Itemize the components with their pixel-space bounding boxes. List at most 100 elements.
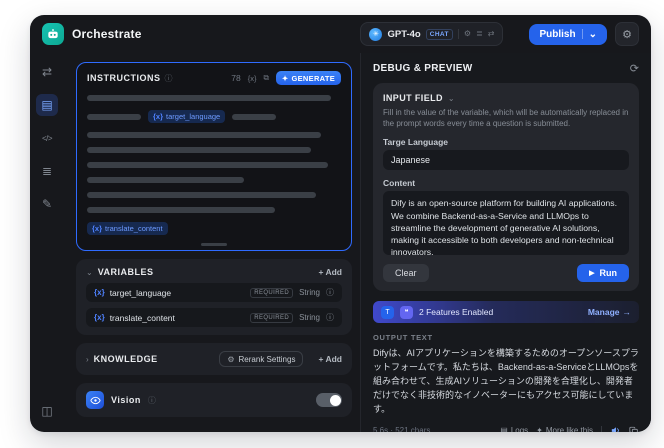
run-button[interactable]: ▶ Run (577, 264, 629, 283)
settings-button[interactable]: ⚙ (615, 22, 639, 46)
sparkle-icon: ✦ (281, 73, 289, 83)
vision-icon (86, 391, 104, 409)
skeleton-row: {x} translate_content (87, 222, 341, 235)
copy-icon[interactable]: ⧉ (264, 73, 269, 83)
orchestrate-nav-icon[interactable]: ▤ (36, 94, 58, 116)
logs-nav-icon[interactable]: ≣ (36, 160, 58, 182)
eye-icon (89, 396, 101, 404)
skeleton-line (87, 95, 331, 101)
more-like-this-button[interactable]: ✦ More like this (536, 426, 593, 432)
variable-row[interactable]: {x} translate_content REQUIRED String ⓘ (86, 308, 342, 327)
variables-header[interactable]: ⌄ VARIABLES + Add (86, 267, 342, 277)
skeleton-line (87, 207, 275, 213)
vision-toggle[interactable] (316, 393, 342, 407)
features-enabled-label: 2 Features Enabled (419, 307, 494, 318)
skeleton-line (87, 192, 316, 198)
output-text: Difyは、AIアプリケーションを構築するためのオープンソースプラットフォームで… (373, 348, 639, 415)
input-field-header[interactable]: INPUT FIELD ⌄ (383, 93, 629, 103)
chevron-down-icon: ⌄ (447, 93, 455, 103)
required-badge: REQUIRED (250, 287, 294, 298)
publish-button[interactable]: Publish ⌄ (529, 23, 607, 45)
variable-chip[interactable]: {x} target_language (148, 110, 226, 123)
input-field-title: INPUT FIELD (383, 93, 443, 103)
api-access-icon[interactable]: </> (36, 127, 58, 149)
debug-title: DEBUG & PREVIEW (373, 63, 473, 74)
back-nav-icon[interactable]: ⇄ (36, 61, 58, 83)
annotation-nav-icon[interactable]: ✎ (36, 193, 58, 215)
skeleton-row: {x} target_language (87, 110, 341, 123)
variable-meta: REQUIRED String ⓘ (250, 287, 334, 298)
skeleton-line (87, 113, 141, 120)
speaker-icon (611, 427, 619, 432)
copy-icon (629, 426, 638, 432)
add-knowledge-button[interactable]: + Add (318, 354, 342, 364)
info-icon: ⓘ (326, 288, 334, 297)
instructions-card[interactable]: INSTRUCTIONS ⓘ 78 {x} ⧉ ✦ GENERATE {x} t… (76, 62, 352, 251)
chevron-down-icon: ⌄ (86, 267, 93, 277)
token-counter: 78 (231, 73, 241, 83)
top-bar: Orchestrate ✳ GPT-4o CHAT ⚙ ≣ ⇄ Publish … (30, 15, 651, 53)
clear-button[interactable]: Clear (383, 264, 429, 283)
toggle-knob (329, 394, 341, 406)
copy-output-button[interactable] (629, 426, 639, 432)
variable-row[interactable]: {x} target_language REQUIRED String ⓘ (86, 283, 342, 302)
rerank-settings-label: Rerank Settings (238, 354, 296, 364)
gear-icon: ⚙ (622, 28, 632, 41)
instructions-tools: 78 {x} ⧉ ✦ GENERATE (231, 71, 341, 85)
variable-type: String (299, 288, 320, 297)
refresh-icon[interactable]: ⟳ (630, 62, 639, 75)
manage-features-button[interactable]: Manage → (588, 307, 631, 317)
chat-mode-badge: CHAT (425, 28, 453, 40)
info-icon: ⓘ (326, 313, 334, 322)
knowledge-header[interactable]: › KNOWLEDGE ⚙ Rerank Settings + Add (86, 351, 342, 367)
text-to-speech-feature-icon: T (381, 305, 394, 319)
publish-chevron-icon: ⌄ (588, 28, 597, 40)
chevron-right-icon: › (86, 354, 89, 364)
speaker-button[interactable] (610, 425, 621, 432)
logs-icon: ▤ (500, 426, 508, 432)
skeleton-line (232, 113, 277, 120)
publish-label: Publish (539, 28, 576, 40)
model-params-icon[interactable]: ⚙ (464, 30, 471, 38)
variable-chip[interactable]: {x} translate_content (87, 222, 168, 235)
model-history-icon[interactable]: ≣ (476, 30, 483, 38)
add-variable-button[interactable]: + Add (318, 267, 342, 277)
app-logo-icon[interactable] (42, 23, 64, 45)
variables-title: VARIABLES (97, 267, 154, 277)
model-provider-icon: ✳ (369, 27, 383, 41)
orchestrate-column: INSTRUCTIONS ⓘ 78 {x} ⧉ ✦ GENERATE {x} t… (64, 53, 360, 432)
skeleton-line (87, 177, 245, 183)
publish-group: Publish ⌄ ⚙ (529, 22, 639, 46)
knowledge-title: KNOWLEDGE (93, 354, 158, 364)
arrow-right-icon: → (622, 307, 632, 318)
sliders-icon: ⚙ (227, 354, 235, 364)
manage-label: Manage (587, 307, 620, 318)
model-selector[interactable]: ✳ GPT-4o CHAT ⚙ ≣ ⇄ (360, 22, 504, 46)
logs-label: Logs (510, 426, 529, 432)
model-swap-icon[interactable]: ⇄ (488, 30, 495, 38)
logs-button[interactable]: ▤ Logs (500, 426, 528, 432)
rerank-settings-button[interactable]: ⚙ Rerank Settings (219, 351, 304, 367)
vision-row: Vision ⓘ (86, 391, 342, 409)
scroll-indicator[interactable] (201, 243, 227, 246)
instructions-title: INSTRUCTIONS (87, 73, 161, 83)
variable-chip-label: translate_content (105, 224, 163, 233)
target-language-select[interactable]: Japanese (383, 150, 629, 171)
variable-chip-label: target_language (166, 112, 221, 121)
sparkle-icon: ✦ (536, 426, 543, 432)
instructions-header: INSTRUCTIONS ⓘ 78 {x} ⧉ ✦ GENERATE (87, 71, 341, 85)
output-section: OUTPUT TEXT Difyは、AIアプリケーションを構築するためのオープン… (373, 333, 639, 432)
collapse-panel-icon[interactable]: ◫ (36, 400, 58, 422)
output-text-title: OUTPUT TEXT (373, 333, 433, 343)
citation-feature-icon: ❝ (400, 305, 413, 319)
content-label: Content (383, 178, 416, 189)
insert-variable-icon[interactable]: {x} (248, 74, 257, 83)
action-buttons-row: Clear ▶ Run (383, 264, 629, 283)
skeleton-line (87, 132, 321, 138)
features-bar[interactable]: T ❝ 2 Features Enabled Manage → (373, 301, 639, 324)
content-textarea[interactable]: Dify is an open-source platform for buil… (383, 191, 629, 256)
generate-label: GENERATE (291, 73, 335, 83)
play-icon: ▶ (589, 270, 595, 278)
generate-button[interactable]: ✦ GENERATE (275, 71, 341, 85)
info-icon: ⓘ (164, 73, 173, 83)
